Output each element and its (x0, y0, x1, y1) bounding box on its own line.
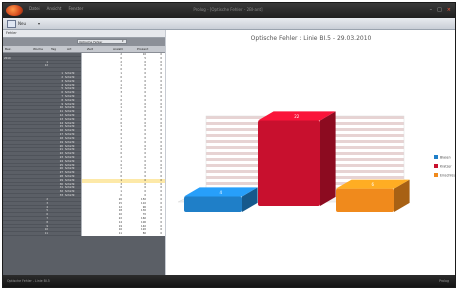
column-header[interactable]: Art (67, 47, 71, 51)
status-right: Prolog (439, 279, 449, 283)
table-cell: 11 (118, 232, 122, 236)
data-label: 4 (220, 190, 223, 195)
bar-3 (336, 188, 394, 212)
column-header[interactable]: Tag (51, 47, 56, 51)
menu-item-datei[interactable]: Datei (29, 6, 40, 11)
column-header[interactable]: Prozent (137, 47, 148, 51)
column-header[interactable]: Anzahl (113, 47, 123, 51)
menu-bar: Datei Ansicht Fenster (29, 6, 83, 11)
legend-label: Blasen (440, 156, 451, 160)
legend-label: Kratzer (440, 165, 452, 169)
window-controls: – □ × (430, 6, 451, 14)
column-headers: Bez. Woche Tag Art Zeit Anzahl Prozent (3, 46, 165, 53)
data-label: 6 (372, 182, 375, 187)
column-header[interactable]: Bez. (5, 47, 11, 51)
table-cell (65, 232, 79, 236)
table-cell: 11 (44, 232, 48, 236)
new-button[interactable]: Neu (18, 21, 26, 26)
app-orb-icon[interactable] (6, 5, 23, 16)
app-window: Datei Ansicht Fenster Prolog - [Optische… (2, 2, 456, 288)
legend-swatch (434, 155, 438, 159)
bar-chart: 4 22 6 Blasen Kratzer Einschlüsse (177, 111, 456, 212)
menu-item-ansicht[interactable]: Ansicht (47, 6, 62, 11)
window-title: Prolog - [Optische Fehler - 2BI-ant] (193, 7, 263, 12)
legend-swatch (434, 164, 438, 168)
panel-header: Fehler (3, 30, 165, 38)
table-row[interactable]: 11 11 80 0 (3, 232, 165, 236)
table-cell (4, 232, 24, 236)
bar-side-2 (320, 111, 336, 206)
chevron-down-icon[interactable]: ▾ (38, 21, 40, 26)
table-cell: 0 (160, 232, 162, 236)
bar-2 (258, 120, 320, 206)
maximize-icon[interactable]: □ (437, 6, 442, 14)
filter-select[interactable]: Optische Fehler (77, 39, 127, 44)
status-bar: Optische Fehler - Linie BI.5 Prolog (3, 275, 455, 287)
minimize-icon[interactable]: – (430, 6, 433, 14)
column-header[interactable]: Woche (33, 47, 43, 51)
filter-bar: Optische Fehler ▾ (3, 38, 165, 46)
toolbar: Neu ▾ (3, 18, 455, 30)
chevron-down-icon[interactable]: ▾ (122, 39, 124, 43)
status-left: Optische Fehler - Linie BI.5 (7, 279, 50, 283)
title-bar: Datei Ansicht Fenster Prolog - [Optische… (3, 3, 455, 18)
data-panel: Fehler Optische Fehler ▾ Bez. Woche Tag … (3, 30, 165, 275)
panel-header-label: Fehler (6, 31, 17, 35)
new-document-icon[interactable] (7, 20, 16, 28)
data-rows: 2 10 0 2010 0 5 0 1 2 0 0 12 1 0 0 0 0 0 1 Schicht 1 0 0 2 Schic… (3, 53, 165, 236)
chart-panel: Optische Fehler : Linie BI.5 - 29.03.201… (165, 30, 455, 275)
legend-swatch (434, 173, 438, 177)
table-cell: 80 (142, 232, 146, 236)
table-grid-cells: 11 80 0 (81, 232, 165, 236)
column-header[interactable]: Zeit (87, 47, 93, 51)
legend-label: Einschlüsse (440, 174, 456, 178)
data-label: 22 (294, 114, 300, 119)
close-icon[interactable]: × (447, 6, 451, 14)
bar-1 (184, 196, 242, 212)
menu-item-fenster[interactable]: Fenster (68, 6, 83, 11)
table-cell (49, 232, 63, 236)
